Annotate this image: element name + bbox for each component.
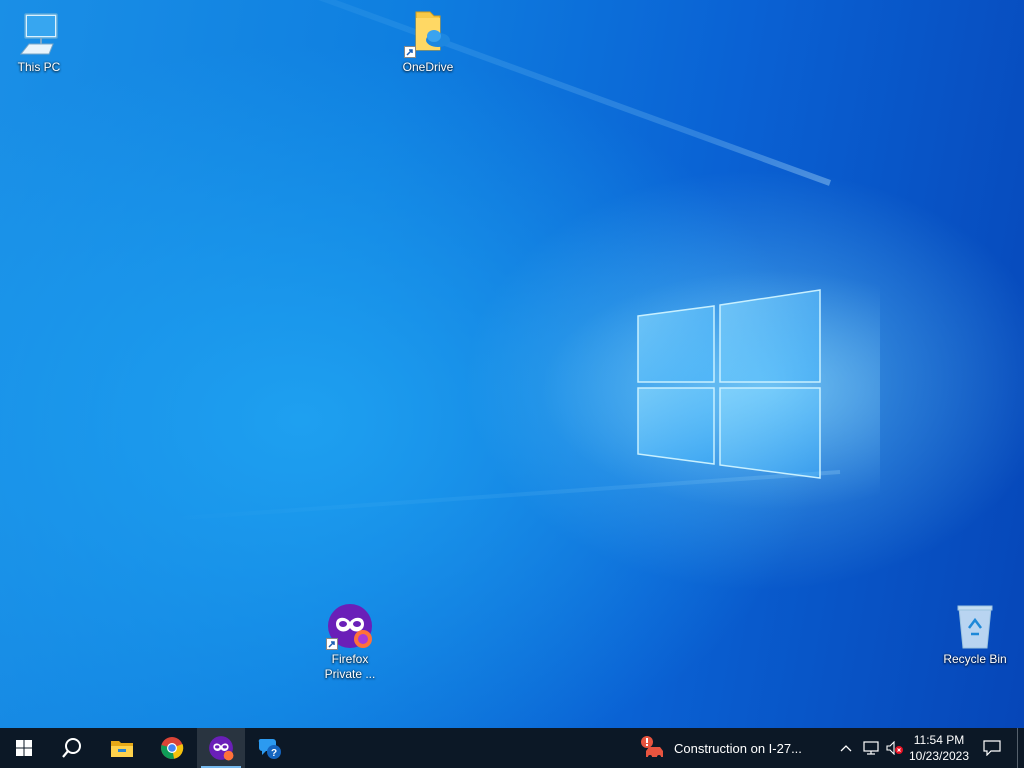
search-button[interactable] (48, 728, 96, 768)
computer-icon (15, 10, 63, 58)
firefox-private-icon (326, 602, 374, 650)
taskbar-file-explorer[interactable] (98, 728, 146, 768)
notifications-button[interactable] (978, 728, 1006, 768)
svg-text:?: ? (271, 748, 277, 759)
desktop: This PC OneDrive Firefox Private ... Rec… (0, 0, 1024, 728)
taskbar-firefox-private[interactable] (197, 728, 245, 768)
taskbar: ? Construction on I-27... 11:54 PM 10/23… (0, 728, 1024, 768)
clock-time: 11:54 PM (913, 733, 965, 747)
light-beam-upper (161, 0, 832, 186)
file-explorer-icon (111, 741, 133, 757)
notification-icon (983, 740, 1001, 756)
recycle-bin-icon (951, 602, 999, 650)
desktop-icon-label: Firefox Private ... (324, 652, 376, 681)
volume-muted-icon (886, 741, 903, 755)
taskbar-chrome[interactable] (148, 728, 196, 768)
shortcut-arrow-icon (326, 638, 338, 650)
news-headline: Construction on I-27... (674, 740, 802, 756)
tray-volume[interactable] (884, 728, 906, 768)
desktop-icon-this-pc[interactable]: This PC (0, 10, 78, 75)
taskbar-get-help[interactable]: ? (246, 728, 294, 768)
windows-logo-wallpaper (637, 289, 821, 479)
tray-chevron[interactable] (836, 728, 856, 768)
news-widget[interactable]: Construction on I-27... (640, 728, 802, 768)
desktop-icon-onedrive[interactable]: OneDrive (389, 10, 467, 75)
desktop-icon-firefox-private[interactable]: Firefox Private ... (311, 602, 389, 682)
chrome-icon (161, 737, 184, 759)
tray-network[interactable] (860, 728, 882, 768)
start-button[interactable] (0, 728, 48, 768)
shortcut-arrow-icon (404, 46, 416, 58)
desktop-icon-label: This PC (17, 60, 61, 74)
desktop-icon-recycle-bin[interactable]: Recycle Bin (936, 602, 1014, 667)
get-help-icon: ? (258, 738, 281, 759)
desktop-icon-label: Recycle Bin (943, 652, 1007, 666)
clock-date: 10/23/2023 (908, 749, 970, 763)
firefox-private-icon (209, 736, 234, 761)
onedrive-folder-icon (404, 10, 452, 58)
show-desktop-button[interactable] (1017, 728, 1024, 768)
chevron-up-icon (840, 745, 852, 752)
network-icon (863, 741, 879, 755)
clock[interactable]: 11:54 PM 10/23/2023 (904, 728, 974, 768)
desktop-icon-label: OneDrive (402, 60, 454, 74)
search-icon (62, 738, 81, 758)
windows-start-icon (16, 740, 32, 756)
traffic-alert-icon (641, 736, 663, 759)
